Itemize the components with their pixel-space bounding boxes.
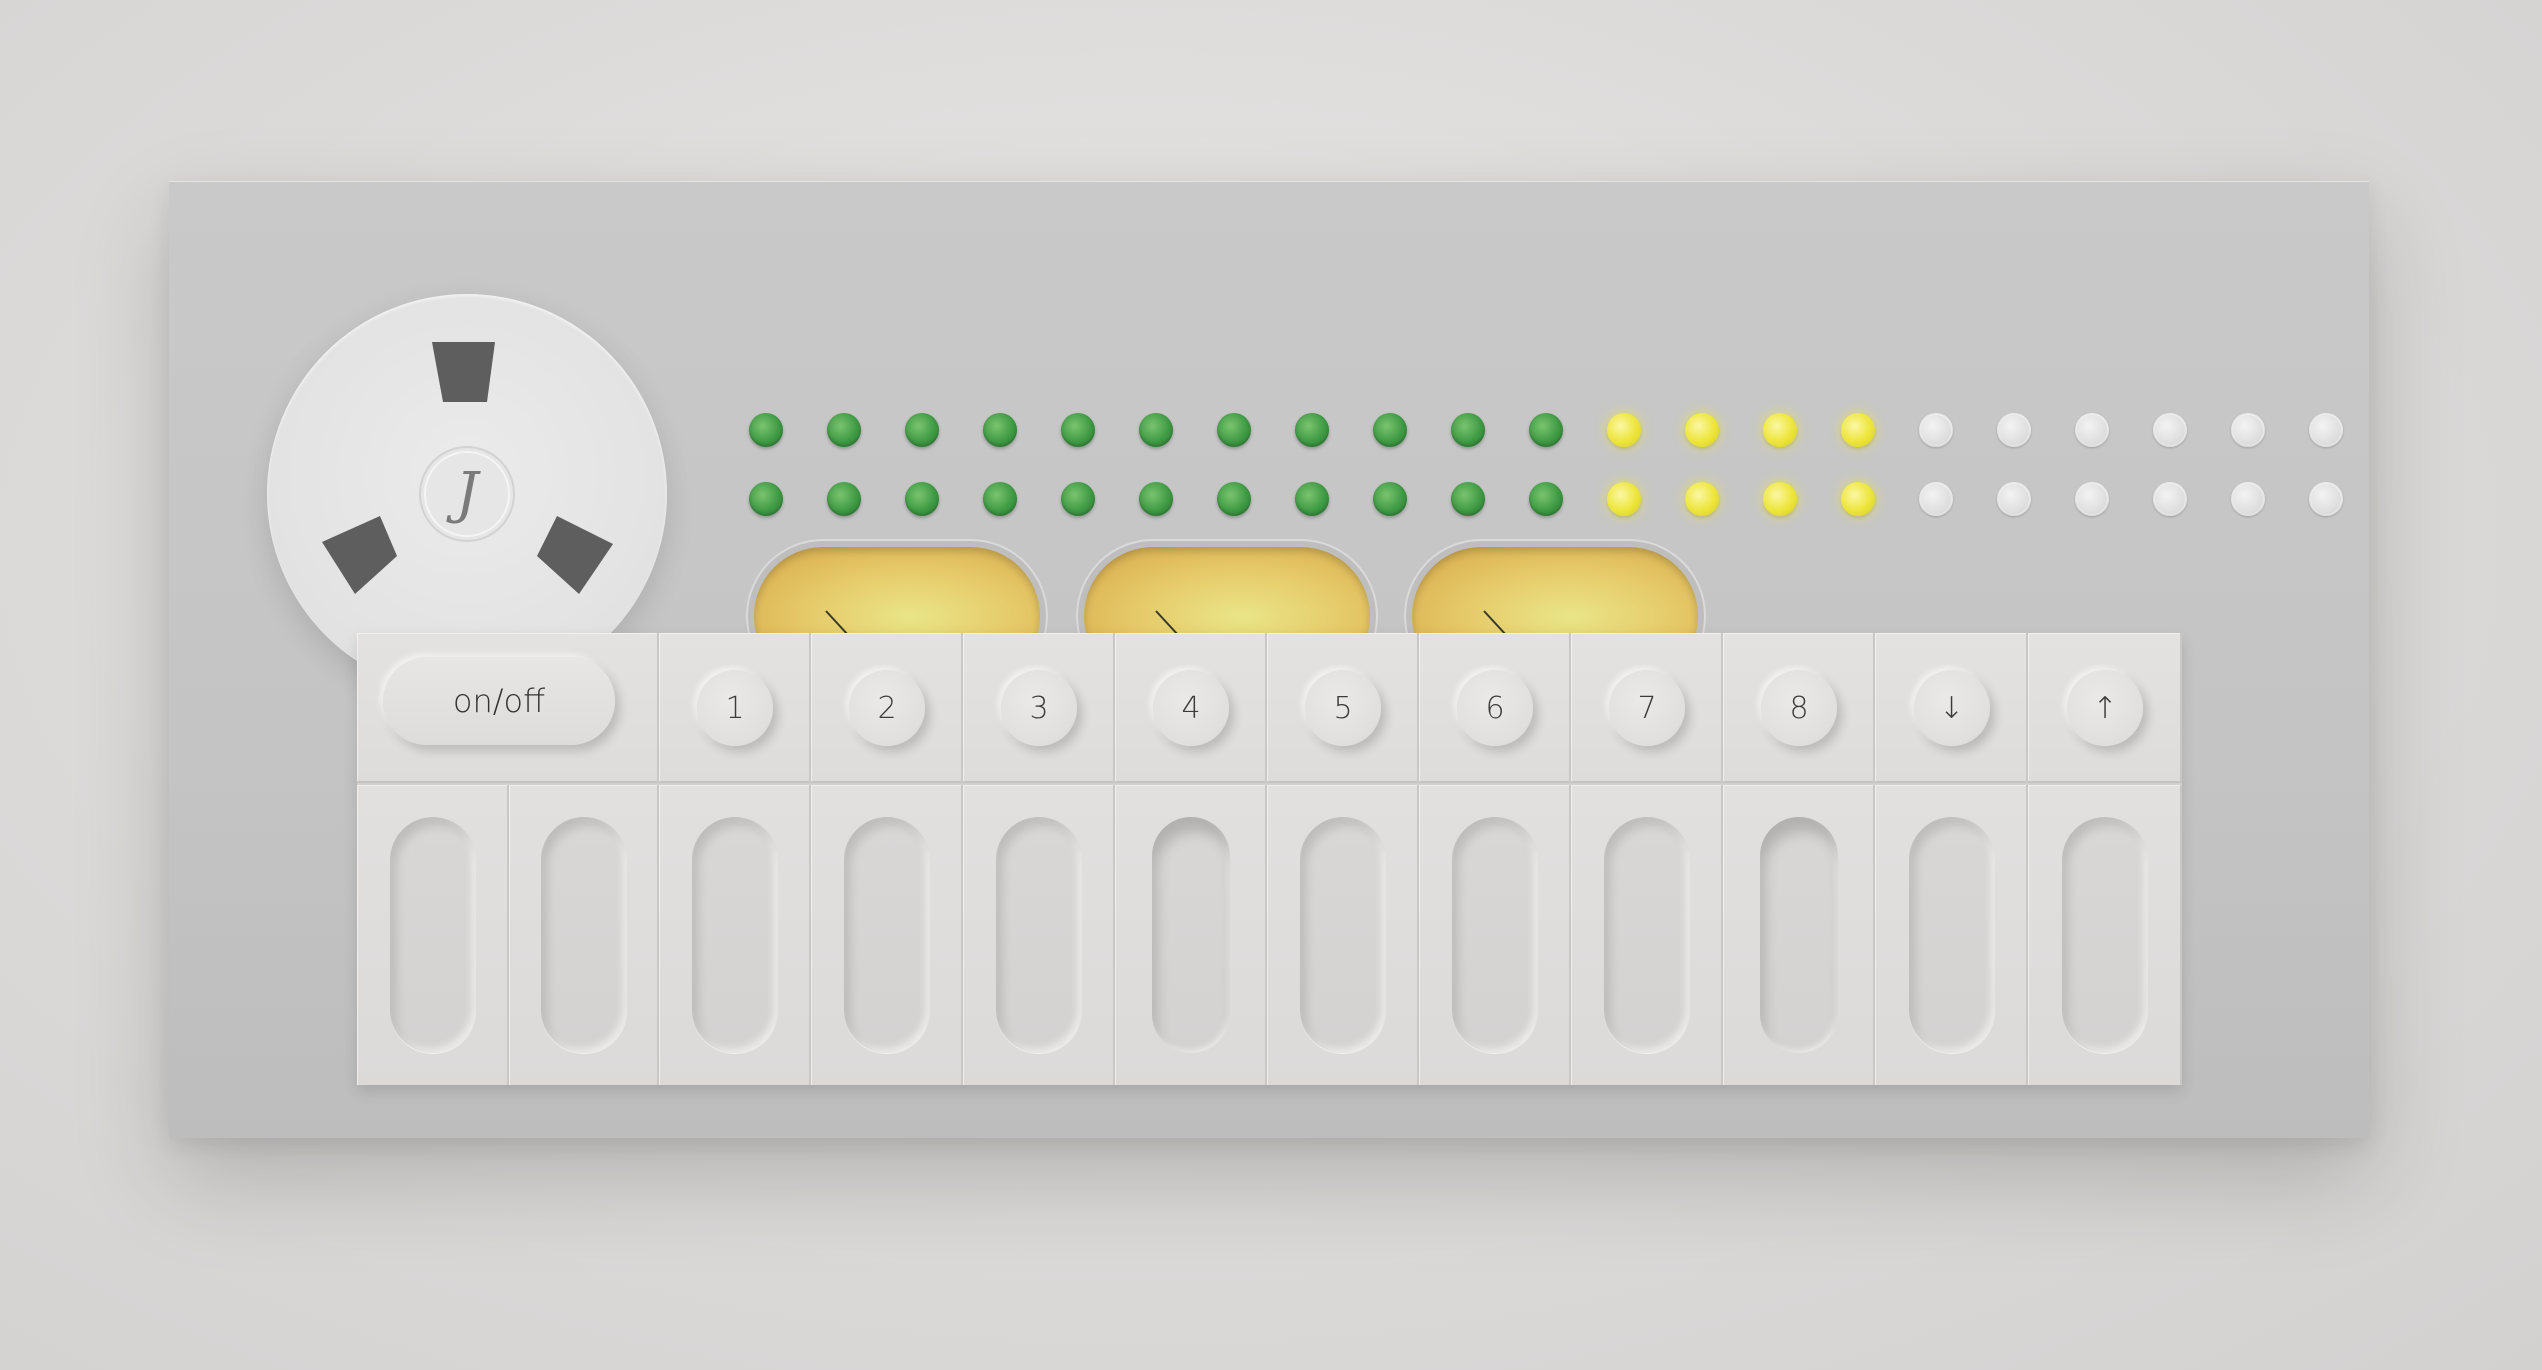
led-matrix — [749, 413, 2349, 543]
piano-key-2[interactable] — [509, 785, 659, 1085]
led-green-r1-c8 — [1295, 413, 1329, 447]
led-row-top — [749, 413, 2387, 447]
led-green-r2-c10 — [1451, 482, 1485, 516]
down-cell: ↓ — [1875, 633, 2028, 783]
piano-key-10[interactable] — [1723, 785, 1875, 1085]
led-yellow-r2-c13 — [1685, 482, 1719, 516]
piano-key-4[interactable] — [811, 785, 963, 1085]
led-yellow-r1-c13 — [1685, 413, 1719, 447]
number-button-5[interactable]: 5 — [1305, 670, 1381, 746]
key-slot — [541, 817, 627, 1053]
key-slot — [996, 817, 1082, 1053]
number-button-4[interactable]: 4 — [1153, 670, 1229, 746]
led-green-r2-c7 — [1217, 482, 1251, 516]
reel-spoke-top — [432, 342, 495, 402]
piano-key-8[interactable] — [1419, 785, 1571, 1085]
led-green-r1-c4 — [983, 413, 1017, 447]
octave-down-button[interactable]: ↓ — [1913, 670, 1990, 746]
number-cell-3: 3 — [963, 633, 1115, 783]
power-button[interactable]: on/off — [383, 657, 615, 745]
number-button-8[interactable]: 8 — [1761, 670, 1837, 746]
key-slot — [1300, 817, 1386, 1053]
led-row-bottom — [749, 482, 2387, 516]
led-green-r2-c3 — [905, 482, 939, 516]
led-green-r1-c10 — [1451, 413, 1485, 447]
key-slot — [1908, 817, 1995, 1053]
number-cell-6: 6 — [1419, 633, 1571, 783]
key-slot — [1604, 817, 1690, 1053]
led-green-r2-c11 — [1529, 482, 1563, 516]
led-green-r1-c3 — [905, 413, 939, 447]
led-yellow-r1-c15 — [1841, 413, 1875, 447]
led-off-r1-c20 — [2231, 413, 2265, 447]
piano-key-11[interactable] — [1875, 785, 2028, 1085]
reel-spoke-left — [322, 516, 397, 594]
synth-device: J on/off 1 2 3 4 5 6 7 8 ↓ ↑ — [169, 181, 2369, 1138]
number-cell-1: 1 — [659, 633, 811, 783]
number-cell-2: 2 — [811, 633, 963, 783]
led-off-r2-c20 — [2231, 482, 2265, 516]
led-green-r2-c1 — [749, 482, 783, 516]
keyboard-panel: on/off 1 2 3 4 5 6 7 8 ↓ ↑ — [357, 633, 2182, 1085]
piano-key-12[interactable] — [2028, 785, 2182, 1085]
led-green-r1-c6 — [1139, 413, 1173, 447]
piano-key-5[interactable] — [963, 785, 1115, 1085]
key-slot — [1452, 817, 1538, 1053]
octave-up-button[interactable]: ↑ — [2067, 670, 2143, 746]
led-yellow-r1-c12 — [1607, 413, 1641, 447]
stage: J on/off 1 2 3 4 5 6 7 8 ↓ ↑ — [0, 0, 2542, 1370]
key-slot — [844, 817, 930, 1053]
piano-key-9[interactable] — [1571, 785, 1723, 1085]
number-cell-5: 5 — [1267, 633, 1419, 783]
number-button-2[interactable]: 2 — [849, 670, 925, 746]
led-green-r2-c2 — [827, 482, 861, 516]
led-off-r2-c18 — [2075, 482, 2109, 516]
led-off-r2-c19 — [2153, 482, 2187, 516]
led-off-r2-c17 — [1997, 482, 2031, 516]
led-green-r2-c4 — [983, 482, 1017, 516]
key-slot — [390, 817, 476, 1053]
key-slot-pressed — [1760, 817, 1838, 1053]
number-button-7[interactable]: 7 — [1609, 670, 1685, 746]
piano-key-7[interactable] — [1267, 785, 1419, 1085]
up-cell: ↑ — [2028, 633, 2182, 783]
led-green-r1-c7 — [1217, 413, 1251, 447]
key-slot — [2062, 817, 2148, 1053]
led-green-r1-c2 — [827, 413, 861, 447]
led-off-r1-c16 — [1919, 413, 1953, 447]
number-button-1[interactable]: 1 — [697, 670, 773, 746]
reel-spoke-right — [537, 516, 613, 594]
number-button-3[interactable]: 3 — [1001, 670, 1077, 746]
led-yellow-r1-c14 — [1763, 413, 1797, 447]
led-green-r1-c5 — [1061, 413, 1095, 447]
key-slot — [692, 817, 778, 1053]
led-green-r2-c9 — [1373, 482, 1407, 516]
led-off-r1-c18 — [2075, 413, 2109, 447]
led-green-r2-c8 — [1295, 482, 1329, 516]
led-green-r2-c6 — [1139, 482, 1173, 516]
led-off-r2-c16 — [1919, 482, 1953, 516]
key-slot-pressed — [1152, 817, 1230, 1053]
led-off-r2-c21 — [2309, 482, 2343, 516]
piano-key-6[interactable] — [1115, 785, 1267, 1085]
number-cell-4: 4 — [1115, 633, 1267, 783]
number-cell-8: 8 — [1723, 633, 1875, 783]
led-green-r1-c9 — [1373, 413, 1407, 447]
led-yellow-r2-c15 — [1841, 482, 1875, 516]
led-off-r1-c19 — [2153, 413, 2187, 447]
led-off-r1-c21 — [2309, 413, 2343, 447]
led-green-r2-c5 — [1061, 482, 1095, 516]
led-off-r1-c17 — [1997, 413, 2031, 447]
number-cell-7: 7 — [1571, 633, 1723, 783]
piano-key-3[interactable] — [659, 785, 811, 1085]
led-green-r1-c1 — [749, 413, 783, 447]
led-yellow-r2-c12 — [1607, 482, 1641, 516]
number-button-6[interactable]: 6 — [1457, 670, 1533, 746]
power-cell: on/off — [357, 633, 659, 783]
piano-key-1[interactable] — [357, 785, 509, 1085]
led-green-r1-c11 — [1529, 413, 1563, 447]
led-yellow-r2-c14 — [1763, 482, 1797, 516]
